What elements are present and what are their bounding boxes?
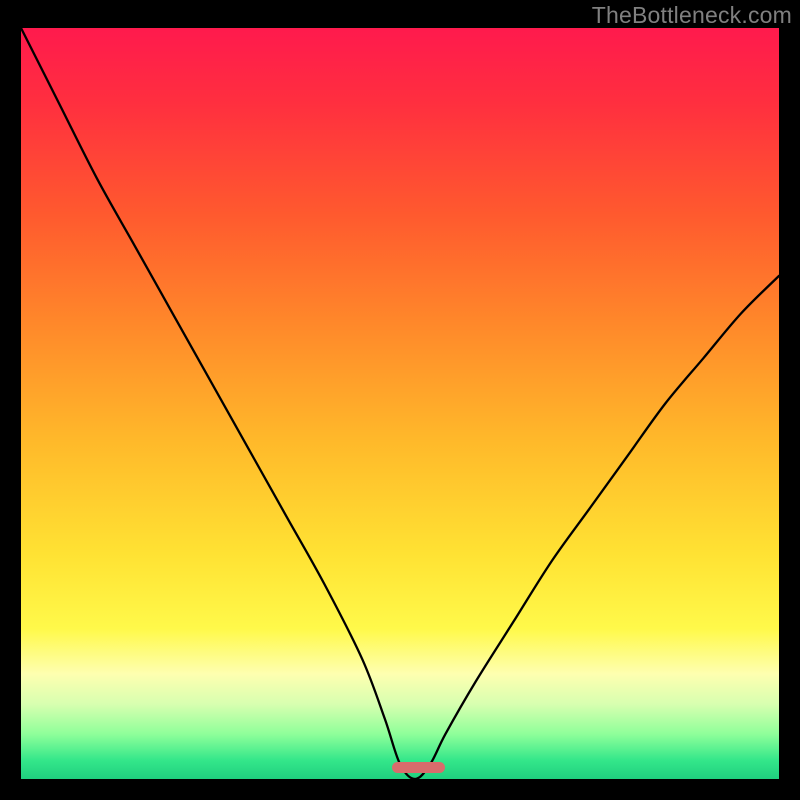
chart-frame: TheBottleneck.com bbox=[0, 0, 800, 800]
optimal-range-marker bbox=[392, 762, 445, 773]
bottleneck-curve bbox=[21, 28, 779, 779]
plot-area bbox=[21, 28, 779, 779]
watermark-text: TheBottleneck.com bbox=[592, 2, 792, 29]
